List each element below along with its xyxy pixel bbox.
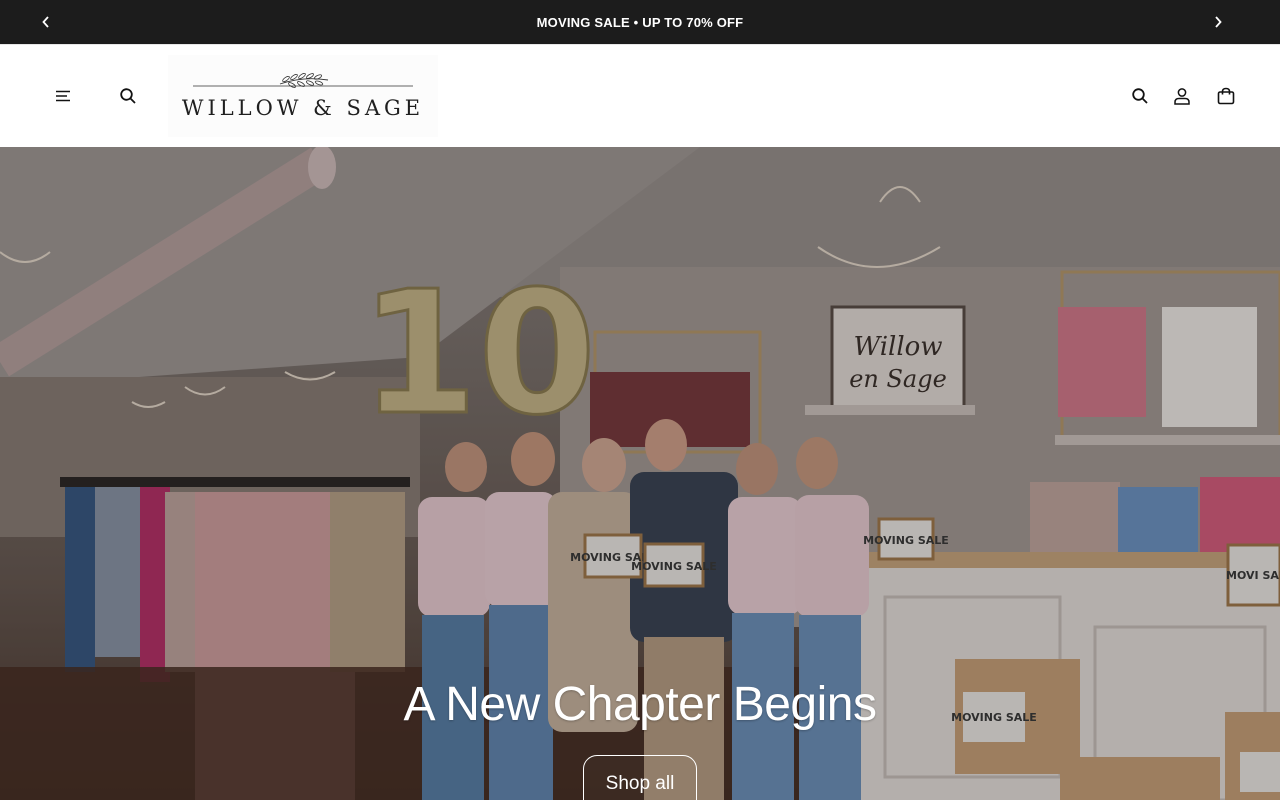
shop-all-button[interactable]: Shop all xyxy=(583,755,697,800)
search-button-right[interactable] xyxy=(1126,82,1154,110)
announcement-next-button[interactable] xyxy=(1207,11,1229,33)
cart-icon xyxy=(1217,87,1235,105)
site-header: WILLOW & SAGE xyxy=(0,44,1280,147)
announcement-prev-button[interactable] xyxy=(35,11,57,33)
menu-icon xyxy=(56,90,70,102)
logo-wordmark: WILLOW & SAGE xyxy=(181,96,425,120)
announcement-bar: MOVING SALE • UP TO 70% OFF xyxy=(0,0,1280,44)
hero-title: A New Chapter Begins xyxy=(403,678,877,731)
leaf-sprig-icon xyxy=(193,72,413,88)
menu-button[interactable] xyxy=(49,82,77,110)
account-button[interactable] xyxy=(1168,82,1196,110)
account-icon xyxy=(1174,88,1190,105)
chevron-right-icon xyxy=(1215,16,1222,28)
search-button-left[interactable] xyxy=(114,82,142,110)
search-icon xyxy=(1132,88,1148,104)
announcement-text[interactable]: MOVING SALE • UP TO 70% OFF xyxy=(537,15,744,30)
search-icon xyxy=(120,88,136,104)
chevron-left-icon xyxy=(42,16,49,28)
cart-button[interactable] xyxy=(1212,82,1240,110)
hero-banner: Willow en Sage 10 MOVING SALE MOVING SAL… xyxy=(0,147,1280,800)
logo-link[interactable]: WILLOW & SAGE xyxy=(168,55,438,137)
